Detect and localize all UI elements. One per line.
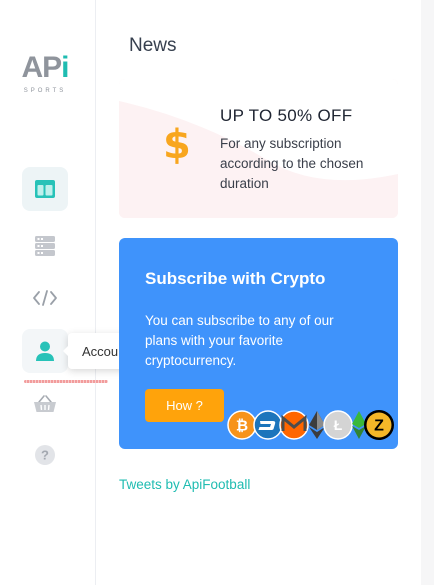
sidebar-item-account[interactable]: [22, 329, 68, 373]
promo-text: For any subscription according to the ch…: [220, 136, 364, 191]
svg-text:?: ?: [41, 448, 49, 463]
logo-wordmark: APi: [21, 51, 69, 84]
sidebar-item-help[interactable]: ?: [22, 433, 68, 477]
crypto-title: Subscribe with Crypto: [145, 269, 326, 288]
svg-text:₿: ₿: [236, 417, 248, 435]
sidebar-item-servers[interactable]: [22, 224, 68, 268]
promo-card[interactable]: $ UP TO 50% OFF For any subscription acc…: [119, 79, 398, 218]
page-title: News: [129, 35, 177, 56]
scrollbar-track[interactable]: [421, 0, 434, 585]
user-icon: [36, 341, 54, 361]
sidebar-item-dashboard[interactable]: [22, 167, 68, 211]
zcash-icon: Z: [364, 410, 394, 440]
crypto-card: Subscribe with Crypto You can subscribe …: [119, 238, 398, 449]
monero-icon: [279, 410, 309, 440]
ethereum-classic-icon: [352, 411, 366, 439]
svg-text:Ł: Ł: [334, 417, 343, 433]
logo[interactable]: APi SPORTS: [18, 52, 72, 98]
question-icon: ?: [35, 445, 55, 465]
how-button[interactable]: How ?: [145, 389, 224, 422]
page: APi SPORTS Account ? News $ UP TO 50% OF…: [0, 0, 434, 585]
sidebar-item-code[interactable]: [22, 276, 68, 320]
code-icon: [33, 290, 57, 306]
ethereum-icon: [309, 411, 325, 439]
tweets-link[interactable]: Tweets by ApiFootball: [119, 477, 250, 492]
servers-icon: [35, 236, 55, 256]
crypto-coins: ₿ Ł Z: [227, 410, 394, 440]
basket-icon: [34, 395, 56, 412]
crypto-text: You can subscribe to any of our plans wi…: [145, 313, 334, 368]
dashboard-icon: [35, 180, 55, 198]
logo-subtitle: SPORTS: [23, 88, 67, 94]
litecoin-icon: Ł: [323, 410, 353, 440]
dash-icon: [253, 410, 283, 440]
bitcoin-icon: ₿: [227, 410, 257, 440]
promo-title: UP TO 50% OFF: [220, 106, 353, 125]
svg-text:Z: Z: [374, 418, 384, 435]
dollar-icon: $: [163, 122, 191, 168]
sidebar-item-shop[interactable]: [22, 382, 68, 426]
sidebar: APi SPORTS Account ?: [0, 0, 143, 585]
